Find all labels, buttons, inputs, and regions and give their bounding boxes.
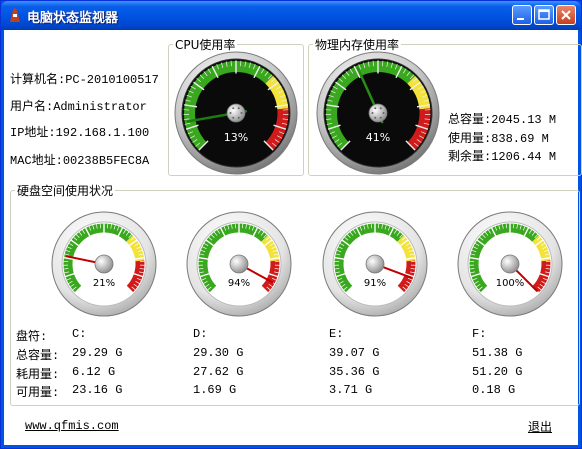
gauge-percent-label: 13%	[224, 131, 248, 144]
memory-used-label: 使用量:	[448, 132, 492, 146]
user-name-row: 用户名:Administrator	[10, 97, 147, 114]
gauge-hub-bolt	[240, 112, 243, 114]
drive-e-free: 3.71 G	[329, 383, 373, 397]
gauge-percent-label: 100%	[496, 278, 525, 289]
ip-row: IP地址:192.168.1.100	[10, 123, 149, 140]
gauge-hub-bolt	[232, 116, 235, 119]
free-row-label: 可用量:	[16, 386, 60, 400]
disk-d-gauge: 94%	[186, 211, 292, 317]
window-title: 电脑状态监视器	[27, 11, 119, 26]
user-name-value: Administrator	[53, 100, 147, 114]
drive-f-used: 51.20 G	[472, 365, 523, 379]
drive-f-letter: F:	[472, 327, 487, 341]
drive-f-total: 51.38 G	[472, 346, 523, 360]
gauge-hub	[94, 254, 114, 274]
drive-c-letter: C:	[72, 327, 87, 341]
gauge-hub-bolt	[374, 107, 377, 110]
memory-used-row: 使用量:838.69 M	[448, 129, 549, 146]
drive-f-free: 0.18 G	[472, 383, 516, 397]
gauge-hub-bolt	[379, 107, 382, 110]
maximize-icon	[538, 9, 550, 20]
drive-c-free: 23.16 G	[72, 383, 123, 397]
computer-name-row: 计算机名:PC-2010100517	[10, 70, 159, 87]
ip-label: IP地址:	[10, 126, 56, 140]
drive-d-used: 27.62 G	[193, 365, 244, 379]
memory-used-value: 838.69 M	[491, 132, 549, 146]
gauge-hub-bolt	[379, 116, 382, 119]
minimize-button[interactable]	[512, 5, 532, 25]
drive-c-used: 6.12 G	[72, 365, 116, 379]
memory-free-label: 剩余量:	[448, 150, 492, 164]
close-icon	[561, 10, 571, 20]
gauge-hub-bolt	[371, 112, 374, 114]
website-link[interactable]: www.qfmis.com	[25, 419, 119, 433]
app-icon	[10, 8, 20, 22]
gauge-hub	[500, 254, 520, 274]
memory-free-value: 1206.44 M	[491, 150, 557, 164]
gauge-hub-bolt	[382, 112, 385, 114]
mac-label: MAC地址:	[10, 154, 63, 168]
memory-free-row: 剩余量:1206.44 M	[448, 147, 556, 164]
gauge-percent-label: 21%	[93, 278, 115, 289]
memory-total-value: 2045.13 M	[491, 113, 557, 127]
gauge-hub-bolt	[229, 112, 232, 114]
disk-title: 硬盘空间使用状况	[17, 184, 114, 198]
memory-gauge: 41%	[316, 51, 440, 175]
disk-c-gauge: 21%	[51, 211, 157, 317]
drive-c-total: 29.29 G	[72, 346, 123, 360]
computer-name-value: PC-2010100517	[65, 73, 159, 87]
total-row-label: 总容量:	[16, 349, 60, 363]
gauge-percent-label: 94%	[228, 278, 250, 289]
gauge-hub	[229, 254, 249, 274]
drive-d-total: 29.30 G	[193, 346, 244, 360]
main-window: 电脑状态监视器 计算机名:PC-2010100517 用户名:Administr…	[0, 0, 582, 449]
memory-total-label: 总容量:	[448, 113, 492, 127]
exit-link[interactable]: 退出	[528, 418, 552, 435]
maximize-button[interactable]	[534, 5, 554, 25]
gauge-hub-bolt	[374, 116, 377, 119]
mac-row: MAC地址:00238B5FEC8A	[10, 151, 149, 168]
title-bar[interactable]: 电脑状态监视器	[1, 1, 581, 30]
close-button[interactable]	[556, 5, 576, 25]
gauge-percent-label: 41%	[366, 131, 390, 144]
gauge-hub-bolt	[237, 107, 240, 110]
user-name-label: 用户名:	[10, 100, 54, 114]
disk-e-gauge: 91%	[322, 211, 428, 317]
drive-d-free: 1.69 G	[193, 383, 237, 397]
gauge-hub	[365, 254, 385, 274]
drive-row-label: 盘符:	[16, 330, 48, 344]
computer-name-label: 计算机名:	[10, 73, 66, 87]
memory-total-row: 总容量:2045.13 M	[448, 110, 556, 127]
gauge-hub-bolt	[237, 116, 240, 119]
drive-e-total: 39.07 G	[329, 346, 380, 360]
disk-f-gauge: 100%	[457, 211, 563, 317]
cpu-gauge: 13%	[174, 51, 298, 175]
client-area: 计算机名:PC-2010100517 用户名:Administrator IP地…	[4, 30, 582, 445]
gauge-percent-label: 91%	[364, 278, 386, 289]
drive-e-letter: E:	[329, 327, 344, 341]
mac-value: 00238B5FEC8A	[62, 154, 150, 168]
drive-d-letter: D:	[193, 327, 208, 341]
used-row-label: 耗用量:	[16, 368, 60, 382]
minimize-icon	[517, 18, 524, 20]
ip-value: 192.168.1.100	[55, 126, 150, 140]
drive-e-used: 35.36 G	[329, 365, 380, 379]
gauge-hub-bolt	[232, 107, 235, 110]
